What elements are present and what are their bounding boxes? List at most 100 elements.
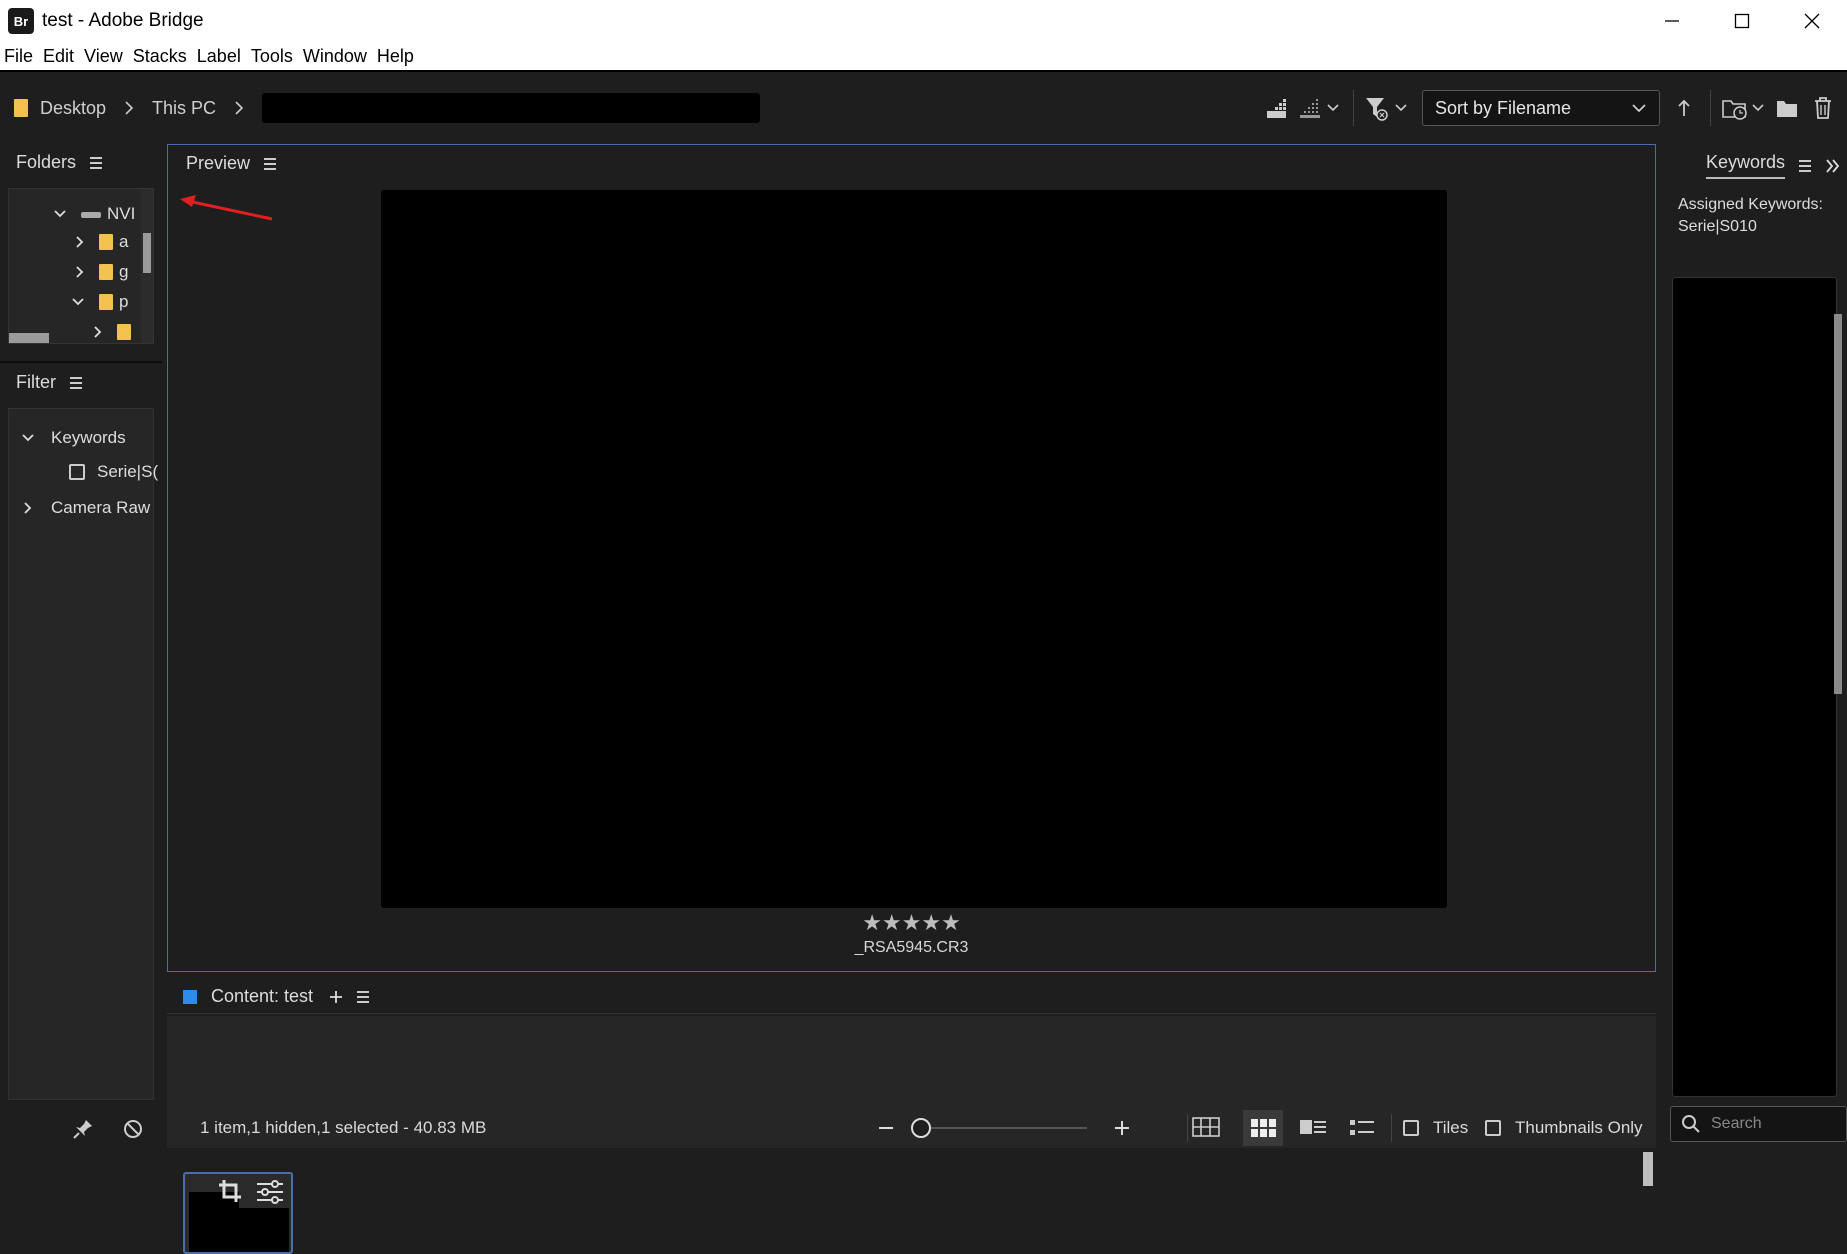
filter-item-label: Serie|S( <box>97 462 159 481</box>
rating-stars[interactable]: ★★★★★ <box>168 910 1655 936</box>
breadcrumb-desktop-label: Desktop <box>40 97 107 118</box>
breadcrumb-chevron-icon[interactable] <box>124 100 134 116</box>
quality-thumbnails-icon[interactable] <box>1259 90 1295 126</box>
search-icon <box>1682 1115 1700 1133</box>
menu-tools[interactable]: Tools <box>247 46 299 67</box>
menu-file[interactable]: File <box>0 46 39 67</box>
filter-item-keyword[interactable]: Serie|S( <box>69 459 158 485</box>
content-menu-icon[interactable] <box>357 990 370 1003</box>
keywords-panel: Keywords Assigned Keywords: Serie|S010 <box>1662 142 1847 1148</box>
quality-options-icon[interactable] <box>1295 90 1345 126</box>
adjustments-badge-icon <box>257 1180 283 1204</box>
folders-horizontal-scrollbar[interactable] <box>9 333 49 343</box>
red-arrow-annotation-icon <box>180 195 273 221</box>
add-tab-icon[interactable] <box>329 990 343 1004</box>
folder-icon <box>117 324 131 340</box>
menu-help[interactable]: Help <box>373 46 420 67</box>
clear-filter-icon[interactable] <box>122 1118 144 1140</box>
folders-menu-icon[interactable] <box>90 156 103 169</box>
trash-icon[interactable] <box>1805 90 1841 126</box>
tiles-checkbox[interactable] <box>1403 1120 1419 1136</box>
breadcrumb-chevron-icon[interactable] <box>234 100 244 116</box>
chevron-down-icon[interactable] <box>53 209 67 219</box>
folders-vertical-scrollbar[interactable] <box>141 189 153 343</box>
keep-filter-pin-icon[interactable] <box>72 1118 94 1140</box>
chevron-down-icon <box>1632 104 1646 113</box>
assigned-keywords: Assigned Keywords: Serie|S010 <box>1678 194 1823 238</box>
chevron-right-icon[interactable] <box>93 325 103 339</box>
menu-edit[interactable]: Edit <box>39 46 80 67</box>
recent-folders-icon[interactable] <box>1719 90 1769 126</box>
new-folder-icon[interactable] <box>1769 90 1805 126</box>
checkbox[interactable] <box>69 464 85 480</box>
tree-node-label: p <box>119 292 129 311</box>
folders-panel-header: Folders <box>16 152 103 173</box>
preview-menu-icon[interactable] <box>264 157 277 170</box>
menu-view[interactable]: View <box>80 46 129 67</box>
status-text: 1 item,1 hidden,1 selected - 40.83 MB <box>200 1118 487 1137</box>
chevron-down-icon[interactable] <box>21 433 35 443</box>
menu-stacks[interactable]: Stacks <box>129 46 193 67</box>
keywords-panel-header: Keywords <box>1706 152 1841 179</box>
menu-label[interactable]: Label <box>193 46 247 67</box>
zoom-out-icon[interactable] <box>877 1119 895 1137</box>
assigned-keywords-value: Serie|S010 <box>1678 218 1757 235</box>
folder-icon <box>14 99 28 117</box>
folders-tab[interactable]: Folders <box>16 152 76 173</box>
thumbnail-size-slider[interactable] <box>911 1118 1087 1138</box>
filter-group-keywords[interactable]: Keywords <box>21 425 126 451</box>
keywords-search-input[interactable] <box>1711 1115 1831 1133</box>
tiles-label: Tiles <box>1433 1118 1469 1137</box>
chevron-right-icon[interactable] <box>75 235 85 249</box>
sort-dropdown[interactable]: Sort by Filename <box>1422 90 1660 126</box>
chevron-right-icon[interactable] <box>23 501 33 515</box>
sort-ascending-icon[interactable] <box>1666 90 1702 126</box>
tree-node-subfolder[interactable] <box>93 319 131 343</box>
keywords-scrollbar[interactable] <box>1834 314 1842 694</box>
thumbnail-grid-icon <box>1251 1119 1276 1137</box>
thumbnail-item[interactable] <box>183 1172 293 1254</box>
filter-items-icon[interactable] <box>1362 90 1412 126</box>
folder-icon <box>99 264 113 280</box>
view-details-icon[interactable] <box>1299 1118 1327 1138</box>
filter-group-camera-raw[interactable]: Camera Raw <box>23 495 150 521</box>
content-tab[interactable]: Content: test <box>211 986 313 1007</box>
tree-node-p[interactable]: p <box>71 289 128 315</box>
minimize-button[interactable] <box>1637 0 1707 42</box>
close-window-button[interactable] <box>1777 0 1847 42</box>
keywords-tab[interactable]: Keywords <box>1706 152 1786 179</box>
tree-node-a[interactable]: a <box>75 229 128 255</box>
sort-dropdown-label: Sort by Filename <box>1435 97 1572 118</box>
filter-group-label: Keywords <box>51 428 126 447</box>
view-thumbnails-button[interactable] <box>1243 1110 1283 1146</box>
adobe-bridge-app-icon: Br <box>8 8 34 34</box>
menu-window[interactable]: Window <box>299 46 373 67</box>
filter-panel-header: Filter <box>16 372 82 393</box>
preview-tab[interactable]: Preview <box>186 153 250 174</box>
tree-node-g[interactable]: g <box>75 259 128 285</box>
preview-image[interactable] <box>381 190 1447 908</box>
grid-lock-icon[interactable] <box>1191 1116 1221 1138</box>
view-list-icon[interactable] <box>1349 1118 1375 1138</box>
tree-node-nvi[interactable]: NVI <box>53 201 135 227</box>
filter-tab[interactable]: Filter <box>16 372 56 393</box>
breadcrumb-this-pc[interactable]: This PC <box>152 98 216 119</box>
chevron-right-icon[interactable] <box>75 265 85 279</box>
keywords-list[interactable] <box>1672 277 1837 1097</box>
content-scrollbar[interactable] <box>1643 1152 1653 1186</box>
assigned-keywords-label: Assigned Keywords: <box>1678 196 1823 213</box>
zoom-in-icon[interactable] <box>1113 1119 1131 1137</box>
content-color-icon <box>183 989 197 1004</box>
status-bar: 1 item,1 hidden,1 selected - 40.83 MB Ti… <box>167 1108 1656 1148</box>
expand-panel-icon[interactable] <box>1825 158 1841 174</box>
crop-badge-icon <box>219 1180 241 1202</box>
preview-panel-header: Preview <box>186 153 277 174</box>
maximize-button[interactable] <box>1707 0 1777 42</box>
filter-menu-icon[interactable] <box>70 376 82 389</box>
breadcrumb-desktop[interactable]: Desktop <box>14 98 106 119</box>
thumbnails-only-checkbox[interactable] <box>1485 1120 1501 1136</box>
chevron-down-icon[interactable] <box>71 297 85 307</box>
keywords-search-field[interactable] <box>1670 1106 1847 1142</box>
drive-icon <box>81 212 101 218</box>
keywords-menu-icon[interactable] <box>1799 159 1812 172</box>
